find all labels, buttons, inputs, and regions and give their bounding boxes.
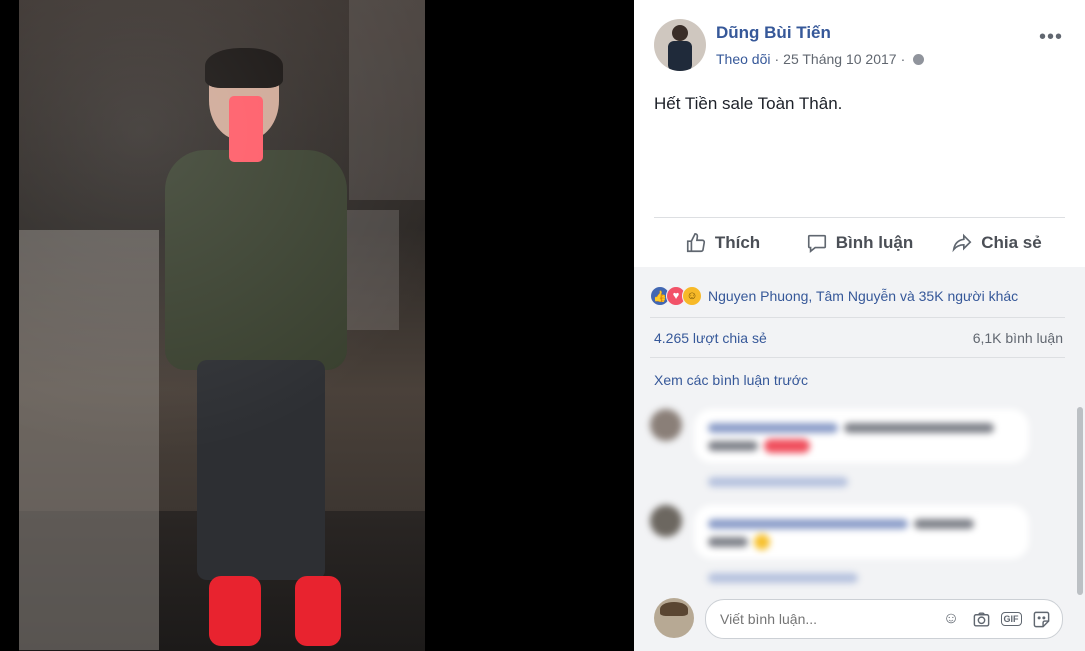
comment-icon [807,234,826,253]
comment-bubble [694,505,1029,559]
post-date[interactable]: 25 Tháng 10 2017 [783,51,896,67]
globe-icon [913,53,925,65]
reactions-row[interactable]: 👍 ♥ ☺ Nguyen Phuong, Tâm Nguyễn và 35K n… [650,275,1065,318]
like-button[interactable]: Thích [654,218,791,268]
photo-viewer [0,0,634,651]
share-count[interactable]: 4.265 lượt chia sẻ [654,330,767,346]
comment-avatar [650,505,682,537]
photo-glow [19,0,425,651]
blurred-comment [650,505,1045,590]
sticker-icon[interactable] [1030,608,1052,630]
author-name[interactable]: Dũng Bùi Tiến [716,23,831,43]
blurred-comment [650,409,1045,494]
post-photo[interactable] [19,0,425,651]
camera-icon[interactable] [970,608,992,630]
reactors-text[interactable]: Nguyen Phuong, Tâm Nguyễn và 35K người k… [708,288,1018,304]
meta-separator: · [900,51,906,67]
comment-button[interactable]: Bình luận [791,218,928,268]
post-text: Hết Tiền sale Toàn Thân. [654,94,843,113]
like-icon [686,233,705,253]
post-sidebar: Dũng Bùi Tiến Theo dõi · 25 Tháng 10 201… [634,0,1085,651]
divider [650,357,1065,358]
share-icon [952,233,972,253]
action-bar: Thích Bình luận Chia sẻ [654,217,1065,268]
comment-composer: ☺ GIF [705,599,1063,639]
follow-link[interactable]: Theo dõi [716,51,770,67]
post-meta: Theo dõi · 25 Tháng 10 2017 · [716,51,925,67]
share-button[interactable]: Chia sẻ [928,218,1065,268]
composer-icons: ☺ GIF [940,608,1052,630]
comment-label: Bình luận [835,233,914,252]
emoji-icon[interactable]: ☺ [940,608,962,630]
comment-bubble [694,409,1029,463]
like-label: Thích [714,233,761,252]
author-avatar[interactable] [654,19,706,71]
comment-avatar [650,409,682,441]
share-label: Chia sẻ [981,233,1042,252]
my-avatar [654,598,694,638]
haha-reaction-icon: ☺ [682,286,702,306]
comments-scrollbar[interactable] [1077,407,1083,595]
comment-count[interactable]: 6,1K bình luận [973,330,1063,346]
gif-icon[interactable]: GIF [1000,608,1022,630]
comment-input[interactable] [718,610,922,628]
comments-section: 👍 ♥ ☺ Nguyen Phuong, Tâm Nguyễn và 35K n… [634,267,1085,651]
view-previous-comments[interactable]: Xem các bình luận trước [654,372,808,388]
meta-separator: · [774,51,780,67]
more-icon[interactable]: ••• [1039,26,1063,49]
